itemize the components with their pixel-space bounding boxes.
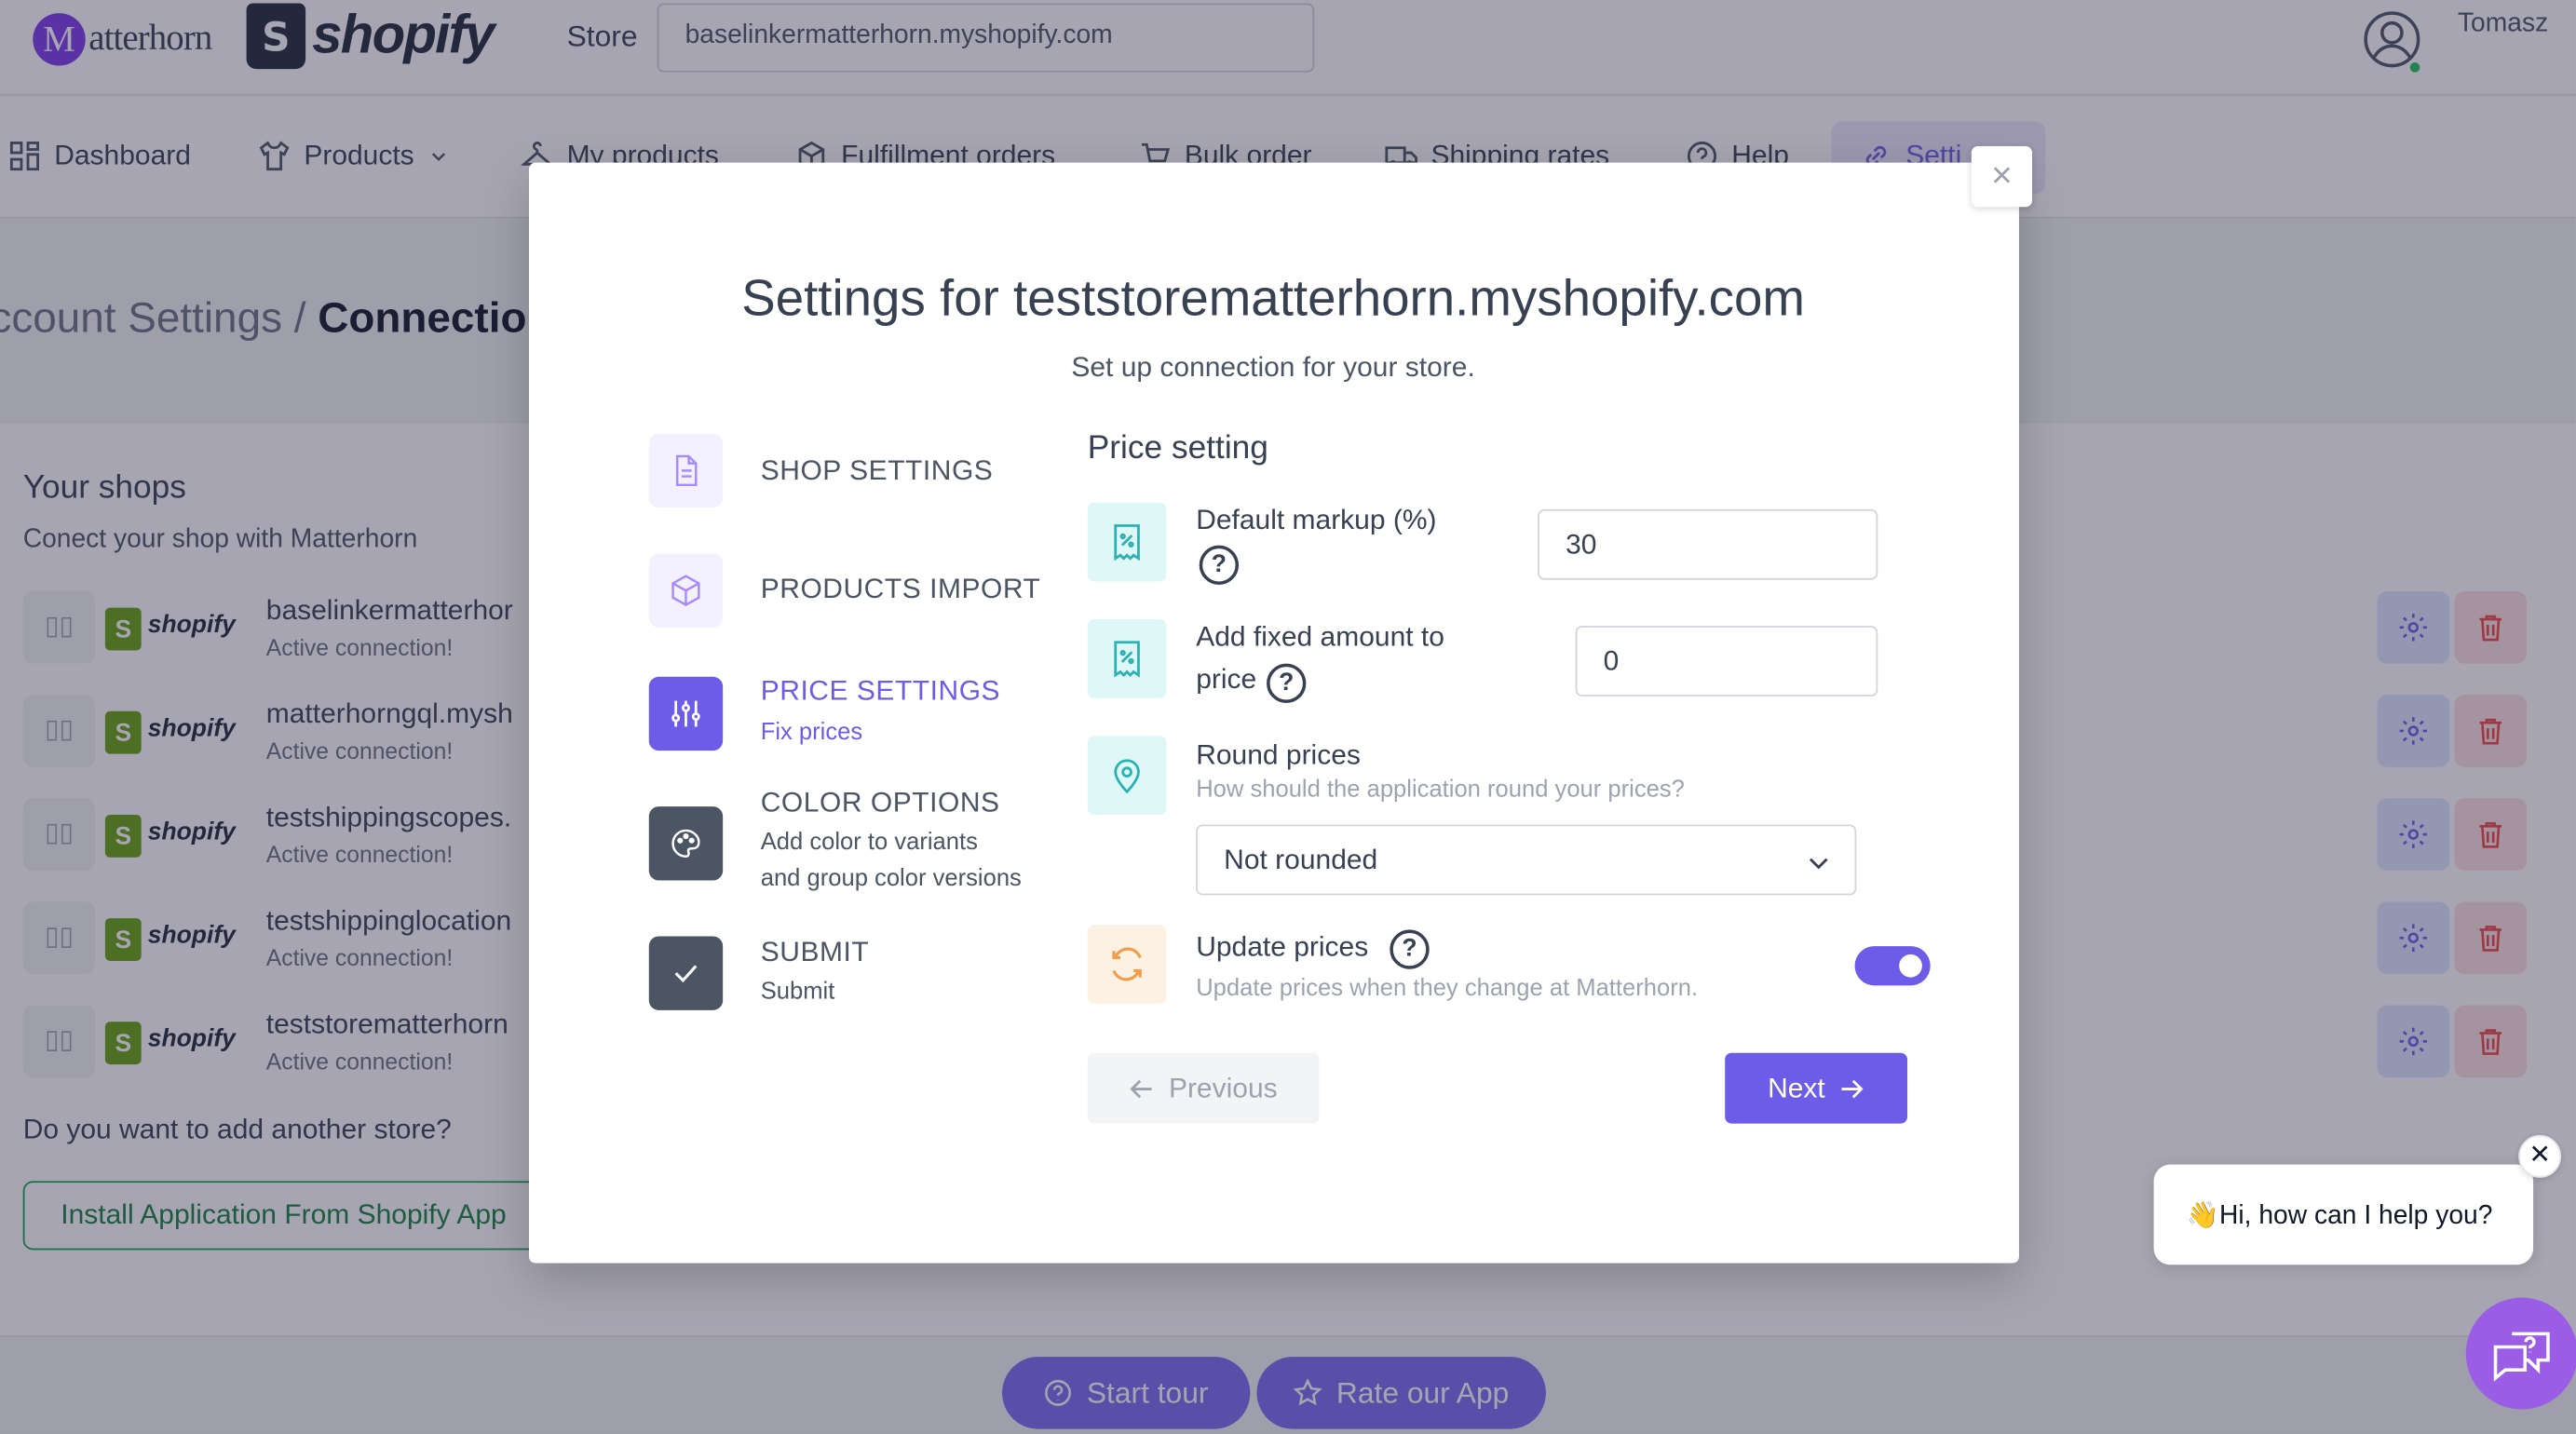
location-pin-icon: [1114, 759, 1140, 794]
chat-help-icon: [2493, 1332, 2550, 1382]
markup-field-icon: [1087, 502, 1167, 582]
previous-button[interactable]: Previous: [1087, 1052, 1320, 1124]
previous-label: Previous: [1168, 1072, 1278, 1103]
step-submit-desc: Submit: [760, 979, 835, 1006]
step-products-import-icon[interactable]: [648, 553, 724, 628]
round-prices-select[interactable]: Not rounded: [1196, 824, 1857, 896]
sliders-icon: [671, 700, 700, 727]
step-color-options-icon[interactable]: [648, 806, 724, 881]
chat-greeting-bubble[interactable]: 👋Hi, how can I help you?: [2153, 1164, 2534, 1265]
markup-label: Default markup (%): [1196, 504, 1437, 536]
fixed-amount-input[interactable]: [1575, 626, 1878, 697]
next-button[interactable]: Next: [1725, 1052, 1908, 1124]
chat-launcher-button[interactable]: [2465, 1297, 2576, 1410]
update-prices-label: Update prices: [1196, 931, 1369, 963]
receipt-percent-icon: [1114, 524, 1140, 561]
round-prices-label: Round prices: [1196, 738, 1361, 771]
round-prices-selected: Not rounded: [1224, 844, 1378, 876]
step-price-settings-desc: Fix prices: [760, 719, 863, 746]
update-prices-help-icon[interactable]: ?: [1390, 929, 1430, 969]
step-products-import-title[interactable]: PRODUCTS IMPORT: [761, 574, 1041, 606]
round-prices-field-icon: [1087, 736, 1167, 815]
arrow-left-icon: [1131, 1078, 1153, 1098]
fixed-amount-label-line2: price: [1196, 663, 1257, 696]
cube-icon: [671, 575, 700, 607]
fixed-amount-help-icon[interactable]: ?: [1267, 663, 1307, 703]
step-submit-title[interactable]: SUBMIT: [761, 936, 869, 968]
modal-title: Settings for teststorematterhorn.myshopi…: [741, 269, 1805, 328]
fixed-amount-field-icon: [1087, 619, 1167, 698]
chevron-down-icon: [1809, 858, 1828, 870]
update-prices-hint: Update prices when they change at Matter…: [1196, 975, 1699, 1003]
update-prices-toggle[interactable]: [1854, 946, 1931, 986]
modal-close-button[interactable]: ×: [1971, 145, 2033, 208]
fixed-amount-label-line1: Add fixed amount to: [1196, 620, 1444, 653]
step-shop-settings-title[interactable]: SHOP SETTINGS: [761, 455, 994, 488]
next-label: Next: [1768, 1072, 1825, 1103]
chat-greeting-text: Hi, how can I help you?: [2219, 1202, 2493, 1231]
step-price-settings-title[interactable]: PRICE SETTINGS: [761, 675, 1000, 708]
receipt-percent-icon: [1114, 641, 1140, 678]
step-submit-icon[interactable]: [648, 936, 724, 1010]
arrow-right-icon: [1841, 1078, 1864, 1098]
chat-close-button[interactable]: ✕: [2518, 1134, 2562, 1178]
document-icon: [675, 454, 698, 487]
modal-subtitle: Set up connection for your store.: [1071, 351, 1475, 384]
section-title: Price setting: [1087, 430, 1268, 467]
toggle-knob: [1899, 954, 1922, 978]
step-shop-settings-icon[interactable]: [648, 433, 724, 508]
step-color-options-desc-line2: and group color versions: [760, 865, 1022, 892]
refresh-icon: [1112, 947, 1142, 981]
palette-icon: [671, 829, 700, 858]
app-root: M atterhorn S shopify Store baselinkerma…: [0, 0, 2576, 1434]
round-prices-hint: How should the application round your pr…: [1196, 777, 1685, 804]
step-price-settings-icon[interactable]: [648, 676, 724, 751]
check-icon: [674, 965, 698, 983]
step-color-options-title[interactable]: COLOR OPTIONS: [761, 787, 1000, 819]
markup-help-icon[interactable]: ?: [1199, 545, 1240, 585]
markup-input[interactable]: [1538, 508, 1878, 580]
wave-emoji: 👋: [2186, 1202, 2220, 1231]
step-color-options-desc-line1: Add color to variants: [760, 829, 978, 857]
update-prices-field-icon: [1087, 925, 1167, 1004]
